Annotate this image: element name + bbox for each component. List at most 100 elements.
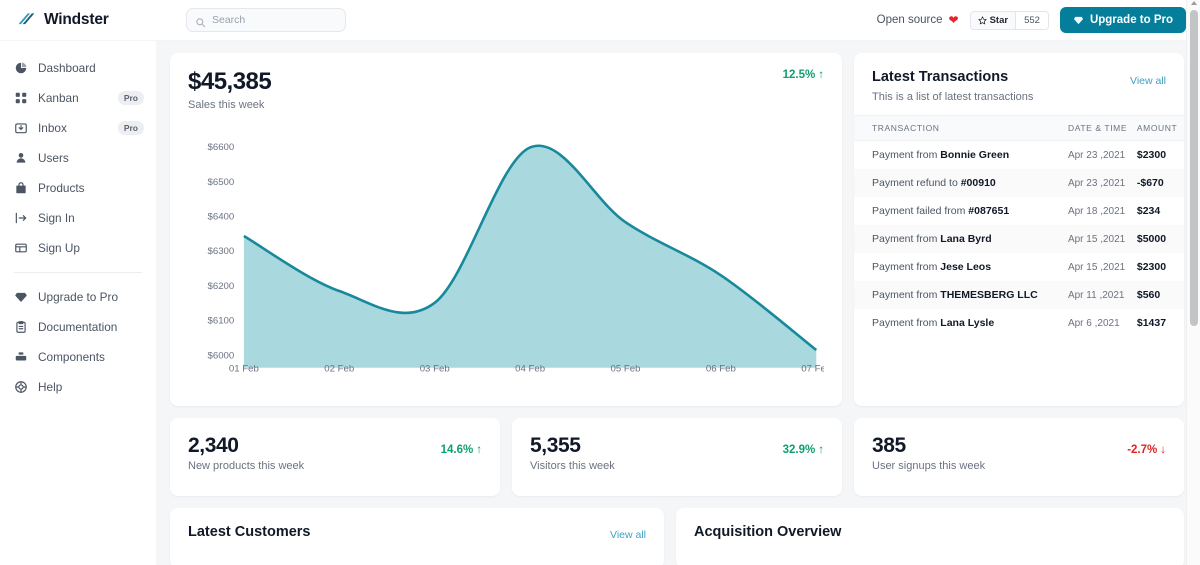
y-axis-tick-label: $6200	[207, 281, 234, 292]
latest-customers-title: Latest Customers	[188, 524, 310, 540]
sidebar-item-users[interactable]: Users	[0, 143, 156, 173]
stats-row: 2,340 New products this week 14.6% ↑ 5,3…	[170, 418, 1184, 496]
arrow-up-icon: ↑	[818, 69, 824, 81]
sidebar-item-upgrade-to-pro[interactable]: Upgrade to Pro	[0, 282, 156, 312]
search-icon	[195, 15, 206, 26]
sidebar-item-documentation[interactable]: Documentation	[0, 312, 156, 342]
scrollbar-thumb[interactable]	[1190, 10, 1198, 326]
search-input[interactable]: Search	[186, 8, 346, 32]
y-axis-tick-label: $6400	[207, 211, 234, 222]
transactions-view-all-link[interactable]: View all	[1130, 75, 1166, 87]
sidebar-item-products[interactable]: Products	[0, 173, 156, 203]
cell-transaction: Payment from Bonnie Green	[854, 141, 1068, 170]
table-row[interactable]: Payment from Bonnie GreenApr 23 ,2021$23…	[854, 141, 1184, 170]
transactions-table: TRANSACTION DATE & TIME AMOUNT Payment f…	[854, 115, 1184, 337]
brand-logo-group[interactable]: Windster	[16, 10, 160, 30]
stat-label: New products this week	[188, 460, 304, 472]
topbar-actions: Open source ❤ Star 552	[877, 7, 1186, 33]
y-axis-tick-label: $6300	[207, 246, 234, 257]
pro-badge: Pro	[118, 121, 144, 136]
x-axis-tick-label: 02 Feb	[324, 363, 354, 374]
transactions-header: Latest Transactions This is a list of la…	[854, 69, 1184, 103]
sidebar-item-help[interactable]: Help	[0, 372, 156, 402]
sidebar-item-sign-up[interactable]: Sign Up	[0, 233, 156, 263]
open-source-label-group: Open source ❤	[877, 14, 959, 26]
y-axis-tick-label: $6500	[207, 177, 234, 188]
cell-amount: $1437	[1137, 309, 1184, 337]
x-axis-tick-label: 07 Feb	[801, 363, 824, 374]
transactions-subtitle: This is a list of latest transactions	[872, 91, 1033, 103]
customers-view-all-link[interactable]: View all	[610, 529, 646, 541]
stat-change-badge: 14.6% ↑	[441, 444, 482, 456]
sidebar-label: Products	[38, 181, 85, 195]
sidebar-item-sign-in[interactable]: Sign In	[0, 203, 156, 233]
cell-date-time: Apr 15 ,2021	[1068, 225, 1137, 253]
sidebar: Dashboard Kanban Pro Inbox	[0, 41, 156, 565]
sidebar-label: Sign Up	[38, 241, 80, 255]
table-row[interactable]: Payment from THEMESBERG LLCApr 11 ,2021$…	[854, 281, 1184, 309]
table-row[interactable]: Payment from Jese LeosApr 15 ,2021$2300	[854, 253, 1184, 281]
cell-transaction: Payment from Jese Leos	[854, 253, 1068, 281]
inbox-icon	[14, 121, 28, 135]
sidebar-label: Documentation	[38, 320, 117, 334]
column-amount: AMOUNT	[1137, 116, 1184, 141]
sidebar-item-kanban[interactable]: Kanban Pro	[0, 83, 156, 113]
search-container: Search	[186, 8, 346, 32]
star-button[interactable]: Star	[971, 12, 1015, 29]
sign-up-icon	[14, 241, 28, 255]
transaction-party: #00910	[961, 177, 996, 189]
cell-transaction: Payment from Lana Byrd	[854, 225, 1068, 253]
page-scrollbar[interactable]	[1186, 0, 1200, 565]
user-icon	[14, 151, 28, 165]
windster-logo-icon	[16, 10, 36, 30]
cell-amount: $2300	[1137, 141, 1184, 170]
sidebar-item-dashboard[interactable]: Dashboard	[0, 53, 156, 83]
star-icon	[978, 16, 987, 25]
sales-change-value: 12.5%	[783, 69, 816, 81]
top-navbar: Windster Search Open source ❤	[0, 0, 1200, 41]
latest-customers-card: Latest Customers View all	[170, 508, 664, 565]
table-row[interactable]: Payment from Lana LysleApr 6 ,2021$1437	[854, 309, 1184, 337]
table-row[interactable]: Payment from Lana ByrdApr 15 ,2021$5000	[854, 225, 1184, 253]
bag-icon	[14, 181, 28, 195]
stat-change-value: -2.7%	[1127, 444, 1157, 456]
upgrade-to-pro-label: Upgrade to Pro	[1090, 14, 1173, 26]
sales-chart-labels: $6000$6100$6200$6300$6400$6500$660001 Fe…	[188, 123, 824, 396]
transaction-party: #087651	[968, 205, 1009, 217]
grid-icon	[14, 91, 28, 105]
sales-area-chart: $6000$6100$6200$6300$6400$6500$660001 Fe…	[188, 123, 824, 396]
pie-chart-icon	[14, 61, 28, 75]
transaction-party: Jese Leos	[940, 261, 991, 273]
arrow-up-icon: ↑	[476, 444, 482, 456]
stat-value: 2,340	[188, 434, 304, 457]
sales-card-header: $45,385 Sales this week 12.5% ↑	[188, 69, 824, 111]
help-icon	[14, 380, 28, 394]
clipboard-icon	[14, 320, 28, 334]
sidebar-item-inbox[interactable]: Inbox Pro	[0, 113, 156, 143]
stat-change-value: 32.9%	[783, 444, 816, 456]
table-row[interactable]: Payment failed from #087651Apr 18 ,2021$…	[854, 197, 1184, 225]
x-axis-tick-label: 01 Feb	[229, 363, 259, 374]
y-axis-tick-label: $6100	[207, 316, 234, 327]
stat-value: 5,355	[530, 434, 615, 457]
dashboard-page: Windster Search Open source ❤	[0, 0, 1200, 565]
sidebar-label: Sign In	[38, 211, 75, 225]
y-axis-tick-label: $6000	[207, 350, 234, 361]
cell-transaction: Payment from THEMESBERG LLC	[854, 281, 1068, 309]
table-header-row: TRANSACTION DATE & TIME AMOUNT	[854, 116, 1184, 141]
scroll-up-arrow-icon[interactable]	[1191, 1, 1197, 5]
stat-value: 385	[872, 434, 985, 457]
sidebar-label: Upgrade to Pro	[38, 290, 118, 304]
cell-date-time: Apr 11 ,2021	[1068, 281, 1137, 309]
table-row[interactable]: Payment refund to #00910Apr 23 ,2021-$67…	[854, 169, 1184, 197]
transaction-party: Bonnie Green	[940, 149, 1009, 161]
sidebar-label: Inbox	[38, 121, 67, 135]
cell-amount: $234	[1137, 197, 1184, 225]
upgrade-to-pro-button[interactable]: Upgrade to Pro	[1060, 7, 1186, 33]
github-star-group[interactable]: Star 552	[970, 11, 1049, 30]
sales-change-badge: 12.5% ↑	[783, 69, 824, 81]
stat-label: User signups this week	[872, 460, 985, 472]
sidebar-item-components[interactable]: Components	[0, 342, 156, 372]
stat-label: Visitors this week	[530, 460, 615, 472]
sidebar-divider	[14, 272, 142, 273]
